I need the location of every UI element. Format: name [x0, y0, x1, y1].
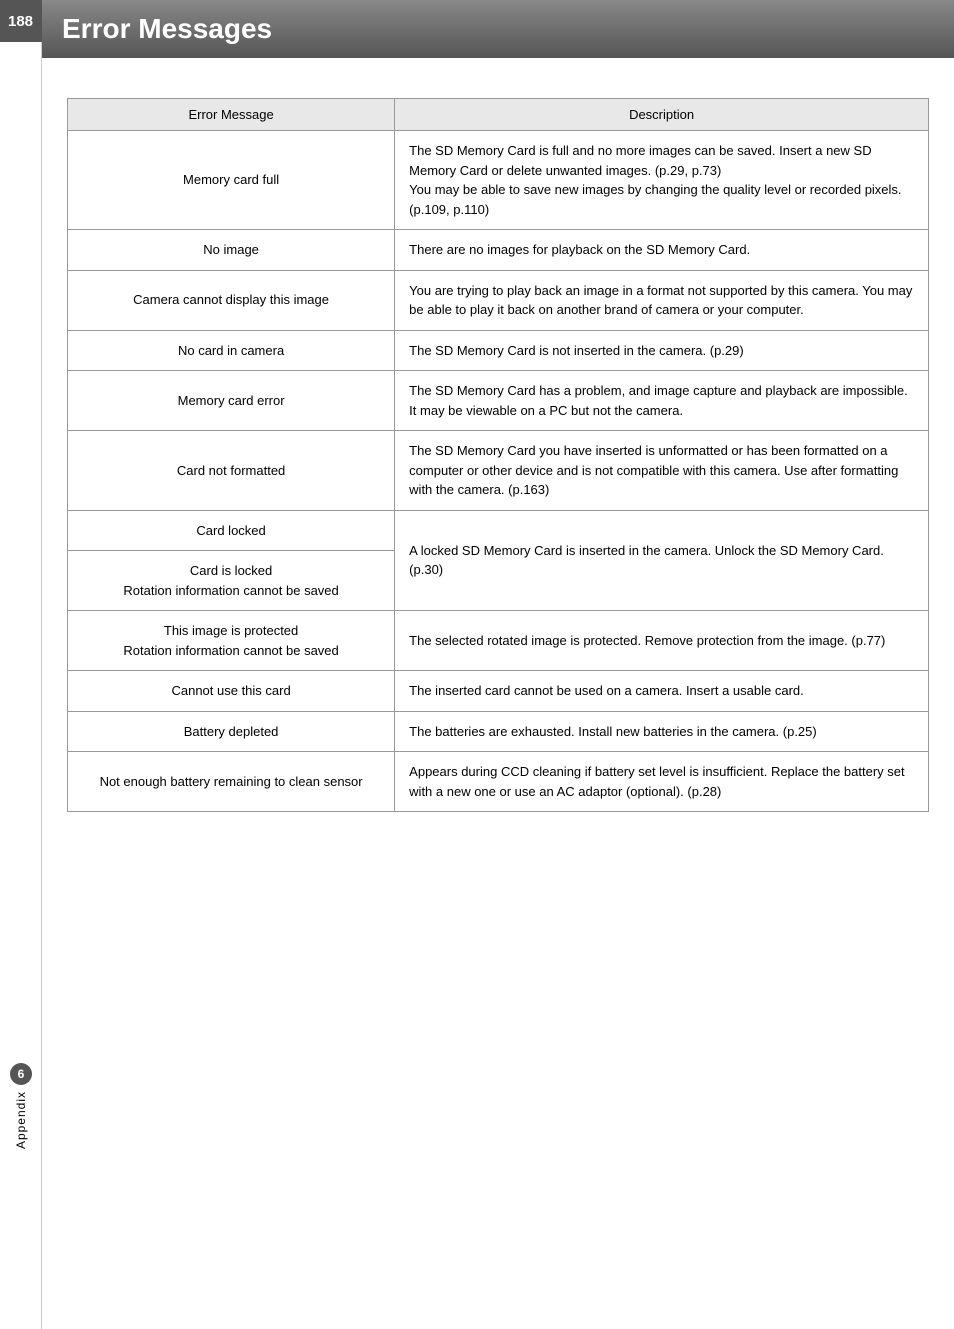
error-message-cell: Card is lockedRotation information canno…: [68, 551, 395, 611]
error-message-cell: No card in camera: [68, 330, 395, 371]
description-cell: The SD Memory Card you have inserted is …: [395, 431, 929, 511]
sidebar-label: 6 Appendix: [0, 1063, 42, 1149]
table-row: Card not formattedThe SD Memory Card you…: [68, 431, 929, 511]
error-message-cell: Memory card error: [68, 371, 395, 431]
description-cell: A locked SD Memory Card is inserted in t…: [395, 510, 929, 611]
page-title: Error Messages: [62, 13, 272, 45]
table-row: Cannot use this cardThe inserted card ca…: [68, 671, 929, 712]
chapter-number-circle: 6: [10, 1063, 32, 1085]
description-cell: Appears during CCD cleaning if battery s…: [395, 752, 929, 812]
description-cell: The SD Memory Card is not inserted in th…: [395, 330, 929, 371]
error-message-cell: Battery depleted: [68, 711, 395, 752]
page-number: 188: [0, 0, 42, 42]
table-row: Card lockedA locked SD Memory Card is in…: [68, 510, 929, 551]
table-row: This image is protectedRotation informat…: [68, 611, 929, 671]
description-cell: The SD Memory Card has a problem, and im…: [395, 371, 929, 431]
error-message-cell: Memory card full: [68, 131, 395, 230]
description-cell: There are no images for playback on the …: [395, 230, 929, 271]
description-cell: The selected rotated image is protected.…: [395, 611, 929, 671]
page-header: Error Messages: [42, 0, 954, 58]
main-content: Error Message Description Memory card fu…: [42, 58, 954, 842]
description-cell: The inserted card cannot be used on a ca…: [395, 671, 929, 712]
table-row: Camera cannot display this imageYou are …: [68, 270, 929, 330]
error-message-cell: Camera cannot display this image: [68, 270, 395, 330]
table-row: No imageThere are no images for playback…: [68, 230, 929, 271]
left-sidebar: 188 6 Appendix: [0, 0, 42, 1329]
table-header-row: Error Message Description: [68, 99, 929, 131]
error-messages-table: Error Message Description Memory card fu…: [67, 98, 929, 812]
description-cell: You are trying to play back an image in …: [395, 270, 929, 330]
chapter-label: Appendix: [14, 1091, 28, 1149]
table-row: Memory card errorThe SD Memory Card has …: [68, 371, 929, 431]
table-row: Not enough battery remaining to clean se…: [68, 752, 929, 812]
table-row: Battery depletedThe batteries are exhaus…: [68, 711, 929, 752]
col-header-description: Description: [395, 99, 929, 131]
error-message-cell: Not enough battery remaining to clean se…: [68, 752, 395, 812]
table-row: No card in cameraThe SD Memory Card is n…: [68, 330, 929, 371]
error-message-cell: Cannot use this card: [68, 671, 395, 712]
error-message-cell: This image is protectedRotation informat…: [68, 611, 395, 671]
description-cell: The batteries are exhausted. Install new…: [395, 711, 929, 752]
description-cell: The SD Memory Card is full and no more i…: [395, 131, 929, 230]
error-message-cell: No image: [68, 230, 395, 271]
error-message-cell: Card locked: [68, 510, 395, 551]
error-message-cell: Card not formatted: [68, 431, 395, 511]
table-row: Memory card fullThe SD Memory Card is fu…: [68, 131, 929, 230]
col-header-error: Error Message: [68, 99, 395, 131]
